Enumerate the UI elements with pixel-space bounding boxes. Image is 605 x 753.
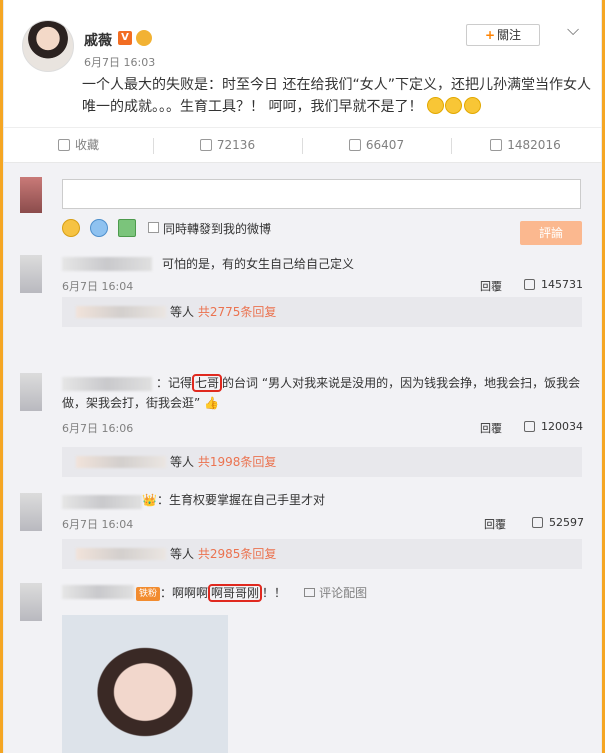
commenter-avatar[interactable] (20, 583, 42, 621)
star-icon (57, 139, 70, 151)
post-body: 一个人最大的失败是：时至今日 还在给我们“女人”下定义，还把儿孙满堂当作女人唯一… (82, 74, 592, 121)
comment-like-count: 52597 (549, 516, 584, 529)
left-edge-strip (0, 0, 3, 753)
commenter-name-blurred[interactable] (62, 495, 142, 509)
replier-name-blurred (76, 548, 166, 560)
comment-image-label: 评论配图 (319, 586, 368, 600)
comment-text: 可怕的是，有的女生自己给自己定义 (162, 257, 355, 271)
reply-button[interactable]: 回覆 (480, 420, 502, 436)
thumbs-up-icon (524, 421, 535, 432)
collect-label: 收藏 (74, 138, 99, 152)
thumbs-up-icon (532, 517, 543, 528)
comment-like-button[interactable]: 120034 (524, 420, 583, 433)
comment-like-count: 145731 (541, 278, 583, 291)
commenter-avatar[interactable] (20, 493, 42, 531)
forward-icon (199, 139, 212, 151)
comment-text: 铁粉 ：啊啊啊 啊哥哥刚！！ 评论配图 (136, 583, 367, 603)
weibo-post-card: 戚薇 V 6月7日 16:03 + 關注 ⌵ 一个人最大的失败是：时至今日 还在给… (4, 0, 601, 753)
thumbs-up-icon (490, 139, 503, 151)
cool-face-icon (426, 97, 444, 114)
commenter-name-blurred[interactable] (62, 585, 134, 599)
thumbs-up-emoji-icon: 👍 (204, 396, 219, 410)
post-text: 一个人最大的失败是：时至今日 还在给我们“女人”下定义，还把儿孙满堂当作女人唯一… (82, 77, 591, 115)
commenter-name-blurred[interactable] (62, 257, 152, 271)
comment-button[interactable]: 66407 (302, 128, 451, 164)
replier-name-blurred (76, 306, 166, 318)
comment-text-start: ：啊啊啊 (160, 586, 209, 600)
comment-count: 66407 (365, 138, 405, 152)
view-replies-link[interactable]: 共2985条回复 (198, 547, 277, 561)
collect-button[interactable]: 收藏 (4, 128, 153, 164)
commenter-avatar[interactable] (20, 373, 42, 411)
view-replies-link[interactable]: 共2775条回复 (198, 305, 277, 319)
comment-image-link[interactable]: 评论配图 (304, 586, 367, 600)
emoji-picker-icon[interactable] (62, 219, 80, 237)
follow-label: 關注 (497, 28, 522, 42)
highlighted-text: 七哥 (192, 374, 223, 392)
commenter-avatar[interactable] (20, 255, 42, 293)
reply-button[interactable]: 回覆 (484, 516, 506, 532)
view-replies-link[interactable]: 共1998条回复 (198, 455, 277, 469)
fan-badge: 铁粉 (136, 587, 161, 601)
submit-comment-button[interactable]: 評論 (520, 221, 582, 245)
comment-section: 同時轉發到我的微博 評論 可怕的是，有的女生自己给自己定义 6月7日 16:04… (4, 163, 601, 753)
thumbs-up-icon (524, 279, 535, 290)
reply-thread-summary[interactable]: 等人 共2985条回复 (62, 539, 582, 569)
comment-time: 6月7日 16:06 (62, 422, 134, 435)
comment-text-start: ：记得 (156, 376, 193, 390)
author-name[interactable]: 戚薇 (84, 30, 112, 50)
comment-time: 6月7日 16:04 (62, 280, 134, 293)
image-icon (304, 588, 316, 597)
reply-thread-summary[interactable]: 等人 共2775条回复 (62, 297, 582, 327)
comment-input[interactable] (62, 179, 581, 209)
comment-time: 6月7日 16:04 (62, 518, 134, 531)
comment-text: 👑：生育权要掌握在自己手里才对 (142, 490, 325, 510)
comment-photo[interactable] (62, 615, 228, 753)
comment-icon (348, 139, 361, 151)
cool-face-icon (463, 97, 481, 114)
forward-button[interactable]: 72136 (153, 128, 302, 164)
forward-count: 72136 (216, 138, 256, 152)
author-avatar[interactable] (22, 20, 74, 72)
image-upload-icon[interactable] (118, 219, 136, 237)
sync-repost-label: 同時轉發到我的微博 (163, 222, 272, 236)
thread-prefix: 等人 (170, 455, 195, 469)
comment-like-button[interactable]: 52597 (532, 516, 584, 529)
verified-icon: V (118, 31, 132, 45)
like-button[interactable]: 1482016 (451, 128, 600, 164)
sync-repost-checkbox[interactable] (148, 222, 159, 233)
post-timestamp[interactable]: 6月7日 16:03 (84, 54, 155, 70)
thread-prefix: 等人 (170, 305, 195, 319)
chevron-down-icon[interactable]: ⌵ (567, 20, 579, 40)
comment-text-end: ！！ (262, 586, 287, 600)
reply-button[interactable]: 回覆 (480, 278, 502, 294)
crown-emoji-icon: 👑 (142, 493, 157, 507)
comment-text-end: 的台词 “男人对我来说是没用的，因为钱我会挣，地我会扫，饭我会做，架我会打，街我… (62, 376, 581, 410)
action-bar: 收藏 72136 66407 1482016 (4, 127, 601, 163)
like-count: 1482016 (507, 138, 561, 152)
comment-like-button[interactable]: 145731 (524, 278, 583, 291)
reply-thread-summary[interactable]: 等人 共1998条回复 (62, 447, 582, 477)
replier-name-blurred (76, 456, 166, 468)
comment-like-count: 120034 (541, 420, 583, 433)
highlighted-text: 啊哥哥刚 (208, 584, 263, 602)
comment-text-body: ：生育权要掌握在自己手里才对 (156, 493, 325, 507)
emoji-group (426, 97, 481, 121)
comment-text: ：记得 七哥 的台词 “男人对我来说是没用的，因为钱我会挣，地我会扫，饭我会做，架我… (62, 373, 582, 413)
follow-button[interactable]: + 關注 (466, 24, 540, 46)
thread-prefix: 等人 (170, 547, 195, 561)
cool-face-icon (445, 97, 463, 114)
member-crown-icon (136, 30, 152, 46)
my-avatar (20, 177, 42, 213)
mention-icon[interactable] (90, 219, 108, 237)
